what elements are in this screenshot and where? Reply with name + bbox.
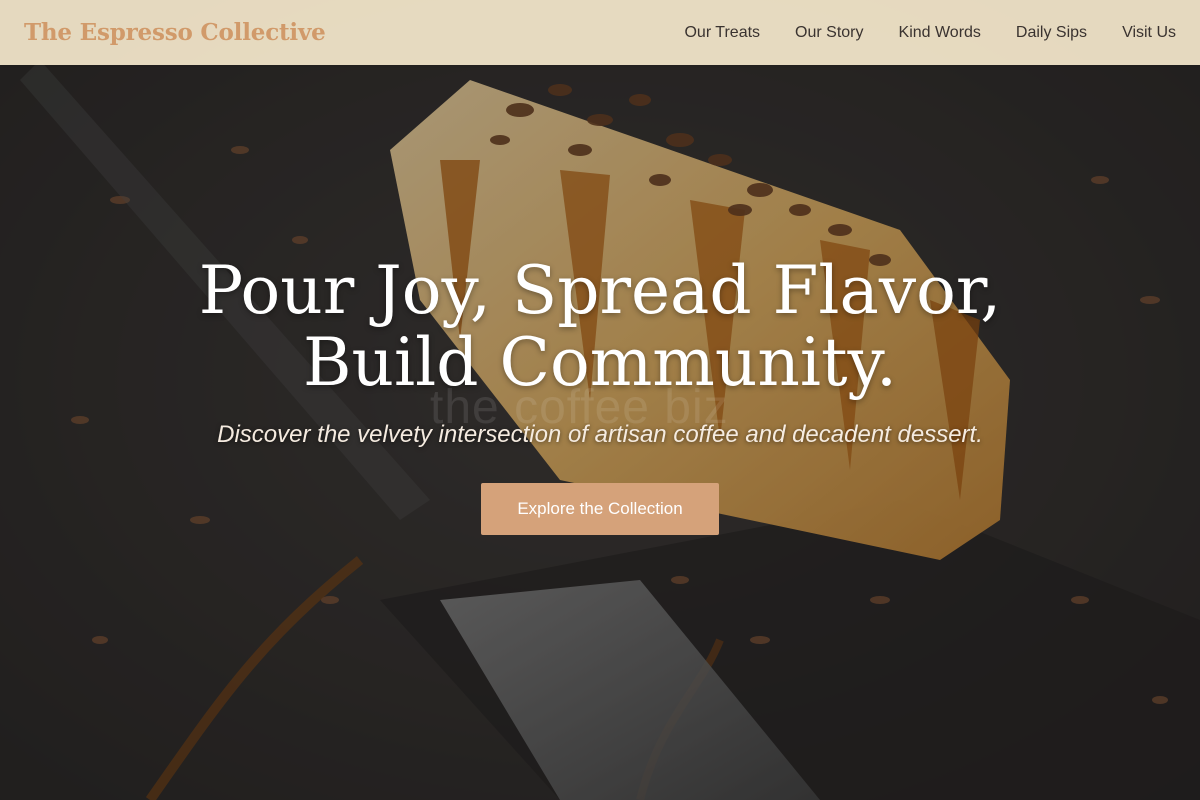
hero-headline-line1: Pour Joy, Spread Flavor, — [198, 252, 1002, 329]
brand-logo[interactable]: The Espresso Collective — [24, 19, 326, 46]
hero-content: Pour Joy, Spread Flavor, Build Community… — [0, 255, 1200, 535]
hero-headline-line2: Build Community. — [303, 324, 897, 401]
nav-link-visit-us[interactable]: Visit Us — [1122, 24, 1176, 41]
hero-section: the coffee biz Pour Joy, Spread Flavor, … — [0, 0, 1200, 800]
nav-link-kind-words[interactable]: Kind Words — [899, 24, 981, 41]
explore-collection-button[interactable]: Explore the Collection — [481, 483, 719, 535]
nav-link-our-story[interactable]: Our Story — [795, 24, 863, 41]
hero-tagline: Discover the velvety intersection of art… — [217, 421, 983, 448]
nav-link-our-treats[interactable]: Our Treats — [684, 24, 760, 41]
nav-links: Our Treats Our Story Kind Words Daily Si… — [649, 24, 1176, 42]
nav-link-daily-sips[interactable]: Daily Sips — [1016, 24, 1087, 41]
hero-headline: Pour Joy, Spread Flavor, Build Community… — [150, 255, 1050, 399]
top-navbar: The Espresso Collective Our Treats Our S… — [0, 0, 1200, 65]
